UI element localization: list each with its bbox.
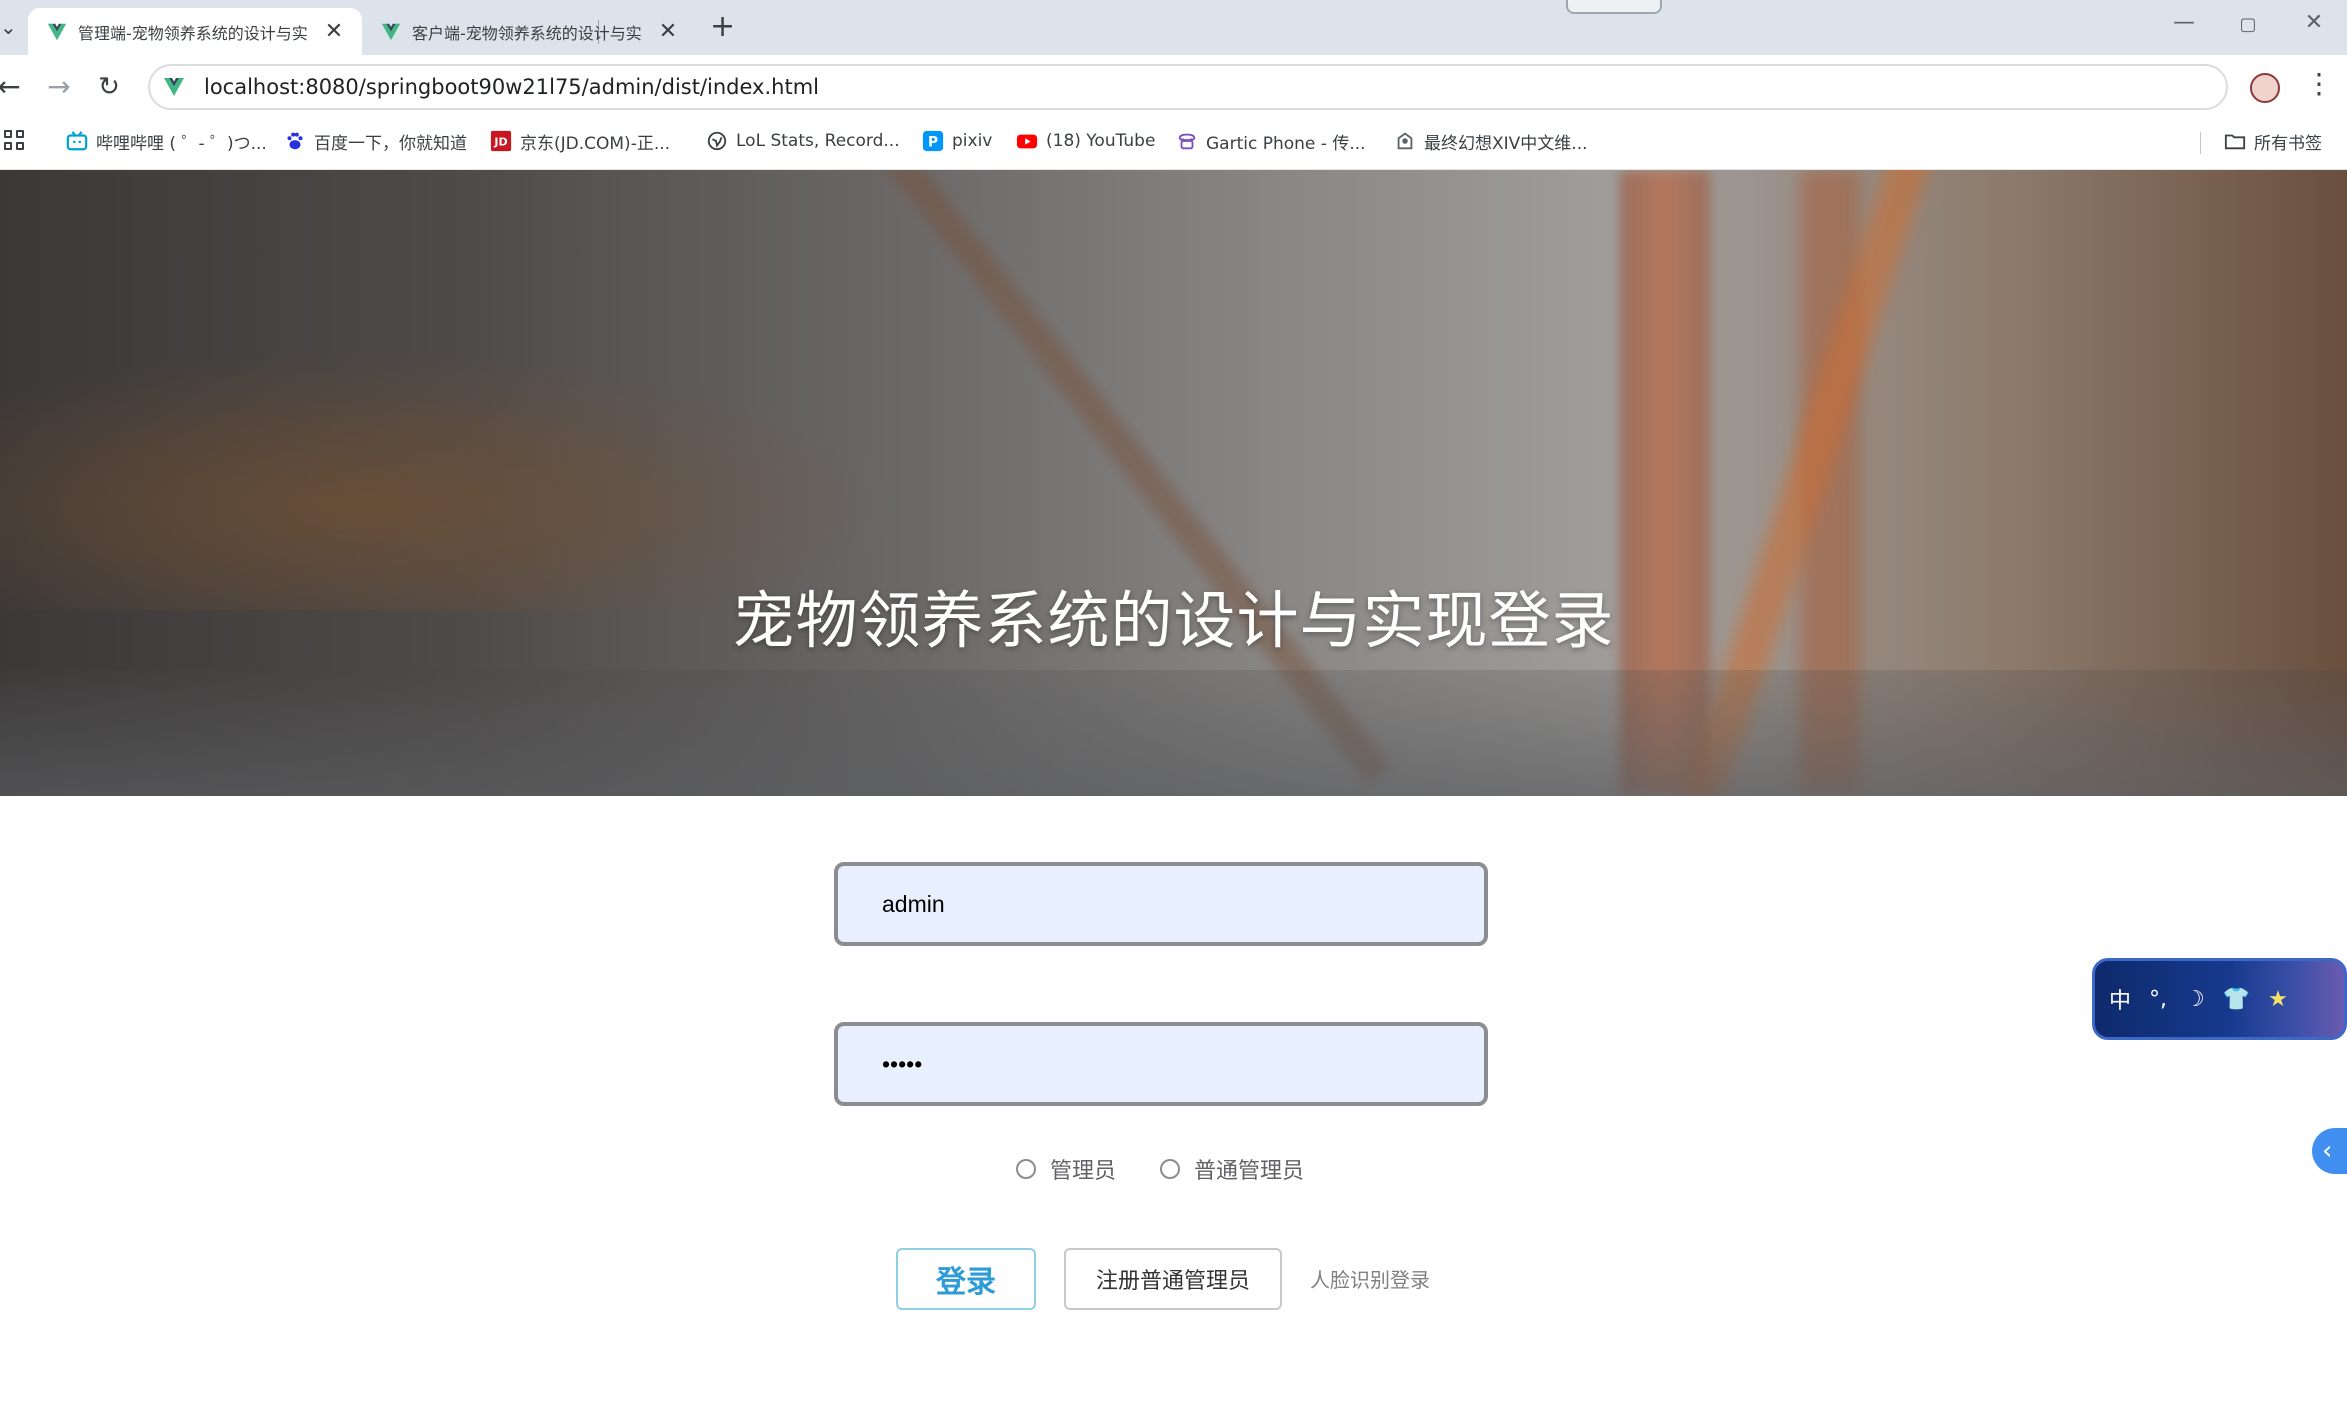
face-recognition-login-link[interactable]: 人脸识别登录 xyxy=(1310,1264,1430,1293)
bookmark-youtube[interactable]: (18) YouTube xyxy=(1016,128,1155,154)
bookmark-lol-stats[interactable]: LoL Stats, Record... xyxy=(706,128,900,154)
bookmark-ffxiv-wiki[interactable]: 最终幻想XIV中文维... xyxy=(1394,128,1588,154)
ime-star-icon[interactable]: ★ xyxy=(2268,987,2288,1012)
bookmark-label: Gartic Phone - 传... xyxy=(1206,133,1366,154)
bookmark-bilibili[interactable]: 哔哩哔哩 ( ゜- ゜)つ... xyxy=(66,128,267,154)
bookmark-label: 百度一下，你就知道 xyxy=(314,133,467,154)
hero-banner: 宠物领养系统的设计与实现登录 xyxy=(0,170,2347,796)
close-window-button[interactable]: ✕ xyxy=(2294,10,2334,35)
role-label: 普通管理员 xyxy=(1194,1159,1305,1184)
bilibili-icon xyxy=(66,131,88,151)
password-field[interactable] xyxy=(834,1022,1488,1106)
radio-button[interactable] xyxy=(1016,1159,1036,1179)
svg-text:P: P xyxy=(928,135,938,151)
bookmark-baidu[interactable]: 百度一下，你就知道 xyxy=(284,128,467,154)
bookmark-pixiv[interactable]: P pixiv xyxy=(922,128,992,154)
login-button[interactable]: 登录 xyxy=(896,1248,1036,1310)
ime-chinese-mode-icon[interactable]: 中 xyxy=(2109,983,2131,1015)
username-input[interactable] xyxy=(838,866,1484,942)
vue-favicon-icon xyxy=(381,23,401,40)
baidu-icon xyxy=(287,132,303,150)
page-title: 宠物领养系统的设计与实现登录 xyxy=(732,584,1615,657)
vue-favicon-icon xyxy=(164,78,184,96)
role-label: 管理员 xyxy=(1050,1159,1117,1184)
username-field[interactable] xyxy=(834,862,1488,946)
ime-skin-icon[interactable]: 👕 xyxy=(2223,987,2250,1012)
bookmark-label: (18) YouTube xyxy=(1046,131,1156,151)
tab-title: 管理端-宠物领养系统的设计与实 xyxy=(78,23,308,43)
forward-arrow-icon[interactable]: → xyxy=(44,71,74,103)
jd-icon: JD xyxy=(490,130,512,152)
address-bar[interactable] xyxy=(148,64,2228,110)
bookmarks-separator xyxy=(2200,132,2201,154)
vue-favicon-icon xyxy=(47,23,67,40)
tab-title: 客户端-宠物领养系统的设计与实 xyxy=(412,23,642,43)
bookmark-label: 所有书签 xyxy=(2254,133,2322,154)
folder-icon xyxy=(2224,134,2246,150)
gartic-icon xyxy=(1178,133,1196,150)
pixiv-icon: P xyxy=(922,130,944,152)
ime-toolbar[interactable]: 中 °, ☽ 👕 ★ xyxy=(2092,958,2347,1040)
ime-punctuation-icon[interactable]: °, xyxy=(2149,987,2167,1012)
tab-admin[interactable]: 管理端-宠物领养系统的设计与实 ✕ xyxy=(28,8,362,55)
tab-search-chevron-icon[interactable]: ⌄ xyxy=(0,14,18,40)
new-tab-button[interactable]: + xyxy=(710,12,735,42)
reload-icon[interactable]: ↻ xyxy=(94,71,124,103)
window-drag-handle[interactable] xyxy=(1566,0,1662,14)
radio-button[interactable] xyxy=(1160,1159,1180,1179)
browser-toolbar: ← → ↻ ⋮ xyxy=(0,55,2347,120)
hero-background-shape xyxy=(0,670,2347,796)
ime-moon-icon[interactable]: ☽ xyxy=(2185,987,2205,1012)
bookmark-gartic-phone[interactable]: Gartic Phone - 传... xyxy=(1176,128,1366,154)
tab-client[interactable]: 客户端-宠物领养系统的设计与实 ✕ xyxy=(362,8,696,55)
side-collapse-tab[interactable]: ‹ xyxy=(2312,1128,2347,1174)
globe-icon xyxy=(707,131,727,151)
more-menu-icon[interactable]: ⋮ xyxy=(2305,67,2333,100)
profile-avatar[interactable] xyxy=(2250,73,2280,103)
ffxiv-icon xyxy=(1397,132,1413,150)
role-option-normal-admin[interactable]: 普通管理员 xyxy=(1160,1152,1304,1186)
restore-button[interactable]: ▢ xyxy=(2228,14,2268,35)
minimize-button[interactable]: — xyxy=(2164,10,2204,35)
bookmark-label: LoL Stats, Record... xyxy=(736,131,900,151)
tab-close-icon[interactable]: ✕ xyxy=(322,19,346,44)
apps-grid-icon[interactable] xyxy=(4,130,24,150)
bookmarks-bar: 哔哩哔哩 ( ゜- ゜)つ... 百度一下，你就知道 JD 京东(JD.COM)… xyxy=(0,120,2347,170)
bookmark-label: 哔哩哔哩 ( ゜- ゜)つ... xyxy=(96,133,267,154)
bookmark-label: 京东(JD.COM)-正... xyxy=(520,133,671,154)
youtube-icon xyxy=(1016,134,1038,149)
bookmark-label: 最终幻想XIV中文维... xyxy=(1424,133,1588,154)
svg-text:JD: JD xyxy=(493,136,507,149)
url-input[interactable] xyxy=(204,75,2004,99)
all-bookmarks-folder[interactable]: 所有书签 xyxy=(2224,128,2322,154)
browser-tab-strip: ⌄ 管理端-宠物领养系统的设计与实 ✕ 客户端-宠物领养系统的设计与实 ✕ + … xyxy=(0,0,2347,55)
bookmark-label: pixiv xyxy=(952,131,993,151)
bookmark-jd[interactable]: JD 京东(JD.COM)-正... xyxy=(490,128,670,154)
register-normal-admin-button[interactable]: 注册普通管理员 xyxy=(1064,1248,1282,1310)
role-option-admin[interactable]: 管理员 xyxy=(1016,1152,1116,1186)
password-input[interactable] xyxy=(838,1026,1484,1102)
tab-close-icon[interactable]: ✕ xyxy=(656,19,680,44)
back-arrow-icon[interactable]: ← xyxy=(0,71,24,103)
